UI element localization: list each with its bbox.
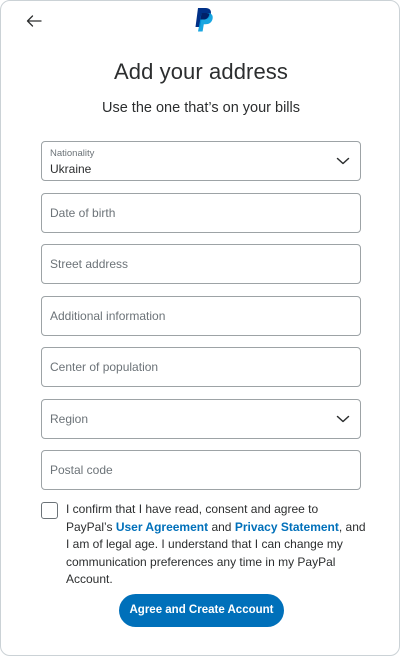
arrow-left-icon xyxy=(26,15,42,27)
agree-and-create-account-button[interactable]: Agree and Create Account xyxy=(119,594,284,627)
paypal-logo-icon xyxy=(195,8,213,32)
date-of-birth-field[interactable]: Date of birth xyxy=(41,193,361,233)
street-address-field[interactable]: Street address xyxy=(41,244,361,284)
center-of-population-placeholder: Center of population xyxy=(50,360,159,374)
nationality-value: Ukraine xyxy=(50,162,92,176)
date-of-birth-placeholder: Date of birth xyxy=(50,206,116,220)
additional-information-field[interactable]: Additional information xyxy=(41,296,361,336)
nationality-select[interactable]: Nationality Ukraine xyxy=(41,141,361,181)
region-placeholder: Region xyxy=(50,412,89,426)
consent-text: I confirm that I have read, consent and … xyxy=(66,501,366,589)
consent-checkbox[interactable] xyxy=(41,502,58,519)
privacy-statement-link[interactable]: Privacy Statement xyxy=(235,520,339,534)
consent-text-and: and xyxy=(211,519,232,534)
postal-code-field[interactable]: Postal code xyxy=(41,450,361,490)
chevron-down-icon xyxy=(336,157,350,165)
page-card: Add your address Use the one that’s on y… xyxy=(0,0,400,656)
page-title: Add your address xyxy=(113,59,289,84)
street-address-placeholder: Street address xyxy=(50,257,129,271)
region-select[interactable]: Region xyxy=(41,399,361,439)
postal-code-placeholder: Postal code xyxy=(50,463,113,477)
user-agreement-link[interactable]: User Agreement xyxy=(116,520,208,534)
nationality-label: Nationality xyxy=(50,148,95,159)
back-button[interactable] xyxy=(23,10,45,32)
center-of-population-field[interactable]: Center of population xyxy=(41,347,361,387)
additional-information-placeholder: Additional information xyxy=(50,309,166,323)
chevron-down-icon xyxy=(336,415,350,423)
page-subtitle: Use the one that’s on your bills xyxy=(101,100,300,116)
